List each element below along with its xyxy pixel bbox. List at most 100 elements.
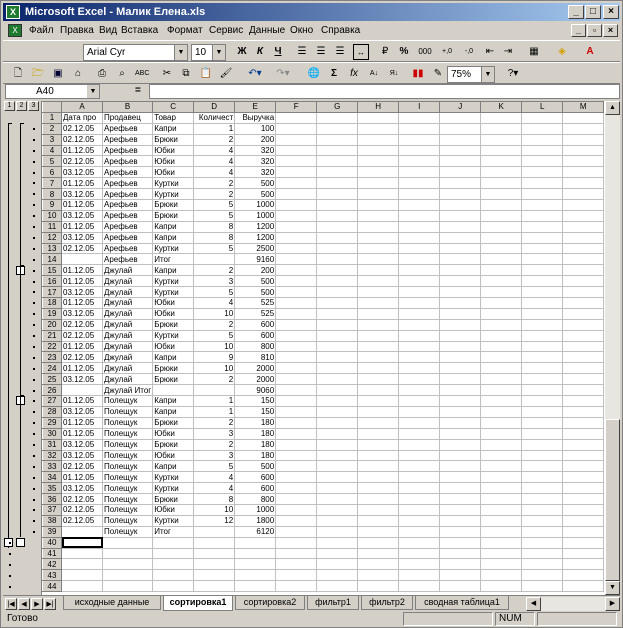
- column-header-c[interactable]: C: [152, 101, 195, 113]
- row-header[interactable]: 2: [42, 122, 62, 135]
- cell[interactable]: [521, 307, 564, 320]
- cell[interactable]: 01.12.05: [61, 220, 103, 233]
- cell[interactable]: [439, 177, 482, 190]
- cell[interactable]: Джулай: [101, 297, 154, 309]
- cell[interactable]: [193, 384, 236, 397]
- cell[interactable]: Арефьев: [101, 220, 154, 233]
- row-header[interactable]: 33: [42, 460, 62, 473]
- row-header[interactable]: 34: [42, 471, 62, 484]
- cell[interactable]: 02.12.05: [61, 351, 103, 364]
- cell[interactable]: Брюки: [152, 416, 195, 429]
- cell[interactable]: [480, 569, 523, 582]
- cell[interactable]: [480, 405, 523, 418]
- cell[interactable]: 5: [193, 199, 236, 211]
- cell[interactable]: Брюки: [152, 373, 195, 386]
- cell[interactable]: [521, 209, 564, 222]
- cell[interactable]: [562, 155, 605, 168]
- cell[interactable]: 02.12.05: [61, 242, 103, 255]
- row-header[interactable]: 21: [42, 329, 62, 342]
- cell[interactable]: Выручка: [234, 111, 277, 124]
- cell[interactable]: [275, 373, 318, 386]
- cell[interactable]: [480, 416, 523, 429]
- cell[interactable]: [480, 275, 523, 288]
- cell[interactable]: [357, 460, 400, 473]
- cell[interactable]: [480, 264, 523, 277]
- cell[interactable]: [275, 209, 318, 222]
- cell[interactable]: [562, 220, 605, 233]
- cell[interactable]: [275, 318, 318, 331]
- cell[interactable]: Арефьев: [101, 188, 154, 201]
- cell[interactable]: 10: [193, 362, 236, 375]
- cell[interactable]: [316, 220, 359, 233]
- cell[interactable]: 2: [193, 373, 236, 386]
- cell[interactable]: [275, 307, 318, 320]
- merge-center-icon[interactable]: ↔: [353, 44, 369, 60]
- row-header[interactable]: 16: [42, 275, 62, 288]
- cell[interactable]: [480, 286, 523, 299]
- cell[interactable]: Брюки: [152, 318, 195, 331]
- cell[interactable]: 03.12.05: [61, 188, 103, 201]
- cell[interactable]: [193, 547, 236, 560]
- paste-icon[interactable]: 📋: [199, 66, 213, 82]
- cell[interactable]: [562, 351, 605, 364]
- cell[interactable]: Арефьев: [101, 242, 154, 255]
- select-all-button[interactable]: [42, 101, 62, 113]
- cell-grid[interactable]: ABCDEFGHIJKLM 1 Дата про Продавец Товар Коли…: [42, 101, 605, 593]
- cell[interactable]: [398, 329, 441, 342]
- cell[interactable]: [357, 253, 400, 266]
- cell[interactable]: 01.12.05: [61, 362, 103, 375]
- next-sheet-button[interactable]: ▶: [31, 598, 43, 610]
- cell[interactable]: [439, 569, 482, 582]
- cell[interactable]: [357, 231, 400, 244]
- row-header[interactable]: 6: [42, 166, 62, 179]
- cell[interactable]: [357, 558, 400, 571]
- cell[interactable]: 01.12.05: [61, 177, 103, 190]
- cell[interactable]: [275, 536, 318, 549]
- cell[interactable]: 500: [234, 188, 277, 201]
- cell[interactable]: [275, 111, 318, 124]
- cell[interactable]: [480, 220, 523, 233]
- cell[interactable]: [357, 275, 400, 288]
- cell[interactable]: Брюки: [152, 133, 195, 146]
- cell[interactable]: Юбки: [152, 503, 195, 516]
- formula-input[interactable]: [149, 84, 620, 99]
- cell[interactable]: [316, 503, 359, 516]
- cell[interactable]: [61, 536, 103, 549]
- cell[interactable]: 4: [193, 297, 236, 309]
- row-header[interactable]: 40: [42, 536, 62, 549]
- cell[interactable]: [439, 449, 482, 462]
- font-select[interactable]: Arial Cyr ▼: [83, 44, 188, 61]
- cell[interactable]: [521, 471, 564, 484]
- cell[interactable]: [398, 166, 441, 179]
- cell[interactable]: [398, 547, 441, 560]
- cell[interactable]: 01.12.05: [61, 395, 103, 407]
- cell[interactable]: [480, 460, 523, 473]
- cell[interactable]: 1200: [234, 220, 277, 233]
- cell[interactable]: [562, 449, 605, 462]
- cell[interactable]: [521, 122, 564, 135]
- sheet-tab[interactable]: сортировка2: [235, 596, 305, 610]
- row-header[interactable]: 43: [42, 569, 62, 582]
- cell[interactable]: [357, 514, 400, 527]
- cell[interactable]: [316, 155, 359, 168]
- row-header[interactable]: 15: [42, 264, 62, 277]
- row-header[interactable]: 3: [42, 133, 62, 146]
- cell[interactable]: Капри: [152, 395, 195, 407]
- cell[interactable]: 03.12.05: [61, 307, 103, 320]
- cell[interactable]: [521, 569, 564, 582]
- cell[interactable]: [398, 460, 441, 473]
- cell[interactable]: Количест: [193, 111, 236, 124]
- cell[interactable]: [398, 209, 441, 222]
- cell[interactable]: Капри: [152, 405, 195, 418]
- align-left-icon[interactable]: ☰: [295, 44, 309, 60]
- cell[interactable]: Полещук: [101, 514, 154, 527]
- cell[interactable]: [316, 209, 359, 222]
- chart-wizard-icon[interactable]: ▮▮: [411, 66, 425, 82]
- cell[interactable]: [562, 427, 605, 440]
- cell[interactable]: [316, 438, 359, 451]
- cell[interactable]: [316, 405, 359, 418]
- cut-icon[interactable]: ✂: [160, 66, 174, 82]
- cell[interactable]: 4: [193, 144, 236, 157]
- spelling-icon[interactable]: ABC: [135, 66, 149, 82]
- cell[interactable]: [193, 569, 236, 582]
